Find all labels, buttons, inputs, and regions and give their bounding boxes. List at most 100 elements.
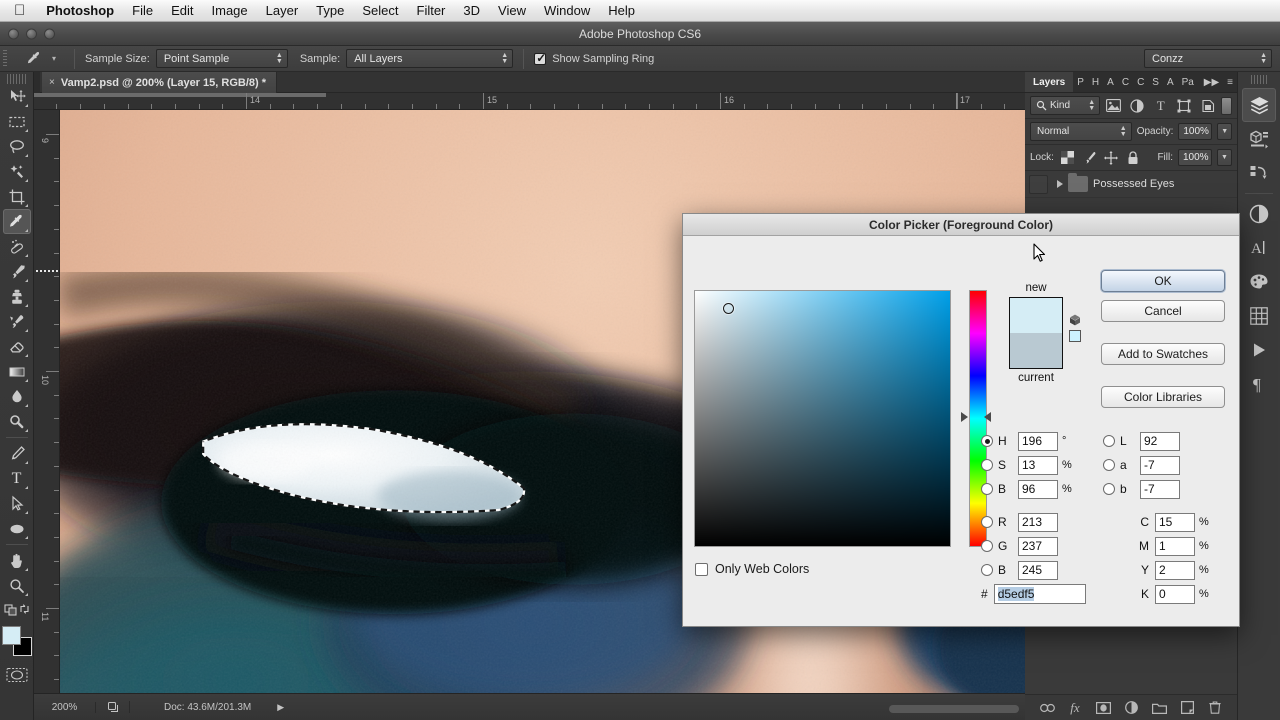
add-to-swatches-button[interactable]: Add to Swatches — [1101, 343, 1225, 365]
radio-a[interactable] — [1103, 459, 1115, 471]
radio-blue[interactable] — [981, 564, 993, 576]
horizontal-scrollbar[interactable] — [889, 705, 1019, 713]
menu-item-file[interactable]: File — [123, 3, 162, 18]
menu-item-photoshop[interactable]: Photoshop — [37, 3, 123, 18]
radio-h[interactable] — [981, 435, 993, 447]
clone-stamp-tool[interactable] — [3, 284, 31, 309]
filter-toggle-switch[interactable] — [1221, 96, 1232, 115]
tab-swatches[interactable]: S — [1148, 72, 1163, 92]
new-group-icon[interactable] — [1149, 698, 1169, 718]
horizontal-ruler[interactable]: 14 15 16 17 — [34, 93, 1025, 110]
quick-selection-tool[interactable] — [3, 159, 31, 184]
apple-logo-icon[interactable]:  — [0, 3, 37, 18]
out-of-gamut-warning-icon[interactable] — [1069, 314, 1081, 326]
radio-lab-b[interactable] — [1103, 483, 1115, 495]
input-l[interactable]: 92 — [1140, 431, 1180, 451]
menu-item-edit[interactable]: Edit — [162, 3, 202, 18]
document-tab[interactable]: × Vamp2.psd @ 200% (Layer 15, RGB/8) * — [42, 72, 277, 93]
window-controls[interactable] — [8, 28, 55, 39]
history-icon[interactable] — [1242, 156, 1276, 190]
eyedropper-tool[interactable] — [2, 209, 31, 234]
filter-type-layers-icon[interactable]: T — [1151, 96, 1170, 116]
cancel-button[interactable]: Cancel — [1101, 300, 1225, 322]
input-g[interactable]: 237 — [1018, 536, 1058, 556]
show-sampling-ring-row[interactable]: Show Sampling Ring — [534, 51, 654, 65]
tool-preset-chevron-icon[interactable]: ▾ — [52, 54, 56, 63]
expand-panels-icon[interactable]: ▶▶ — [1200, 77, 1223, 88]
gradient-tool[interactable] — [3, 359, 31, 384]
workspace-select[interactable]: Conzz ▲ ▼ — [1144, 49, 1272, 68]
timeline-icon[interactable] — [1242, 333, 1276, 367]
input-r[interactable]: 213 — [1018, 512, 1058, 532]
menu-item-filter[interactable]: Filter — [408, 3, 455, 18]
hex-input[interactable]: d5edf5 — [993, 584, 1086, 604]
adjustments-icon[interactable] — [1242, 197, 1276, 231]
input-s[interactable]: 13 — [1018, 455, 1058, 475]
adjustment-icon[interactable] — [1121, 698, 1141, 718]
lasso-tool[interactable] — [3, 134, 31, 159]
swatches-icon[interactable] — [1242, 299, 1276, 333]
menu-item-view[interactable]: View — [489, 3, 535, 18]
radio-r[interactable] — [981, 516, 993, 528]
rail-grip[interactable] — [1251, 75, 1267, 84]
color-picker-dialog[interactable]: Color Picker (Foreground Color) Only Web… — [682, 213, 1240, 627]
input-m[interactable]: 1 — [1155, 536, 1195, 556]
sample-select[interactable]: All Layers ▲ ▼ — [346, 49, 514, 68]
lock-transparency-icon[interactable] — [1059, 149, 1076, 166]
tab-color[interactable]: C — [1133, 72, 1148, 92]
input-c[interactable]: 15 — [1155, 512, 1195, 532]
panel-menu-icon[interactable]: ≡ — [1223, 77, 1237, 88]
move-tool[interactable] — [3, 84, 31, 109]
current-color-swatch[interactable] — [1010, 333, 1062, 368]
input-blue[interactable]: 245 — [1018, 560, 1058, 580]
opacity-slider-chevron-icon[interactable]: ▼ — [1217, 123, 1232, 140]
fx-icon[interactable]: fx — [1065, 698, 1085, 718]
dodge-tool[interactable] — [3, 409, 31, 434]
tab-paths[interactable]: P — [1073, 72, 1088, 92]
link-icon[interactable] — [1037, 698, 1057, 718]
status-expand-arrow-icon[interactable]: ▶ — [277, 702, 284, 713]
radio-g[interactable] — [981, 540, 993, 552]
tools-panel-grip[interactable] — [6, 74, 27, 84]
table-row[interactable]: Possessed Eyes — [1025, 171, 1237, 198]
menu-item-window[interactable]: Window — [535, 3, 599, 18]
filter-shape-layers-icon[interactable] — [1174, 96, 1193, 116]
tab-actions[interactable]: A — [1103, 72, 1118, 92]
quick-mask-icon[interactable] — [3, 662, 31, 687]
vertical-ruler[interactable]: 9 10 11 — [34, 110, 60, 693]
only-web-colors-row[interactable]: Only Web Colors — [695, 562, 809, 576]
zoom-tool[interactable] — [3, 573, 31, 598]
zoom-window-button[interactable] — [44, 28, 55, 39]
healing-brush-tool[interactable] — [3, 234, 31, 259]
input-y[interactable]: 2 — [1155, 560, 1195, 580]
group-disclosure-triangle-icon[interactable] — [1057, 180, 1063, 188]
fill-slider-chevron-icon[interactable]: ▼ — [1217, 149, 1232, 166]
foreground-color-swatch[interactable] — [1, 626, 21, 645]
only-web-colors-checkbox[interactable] — [695, 562, 708, 576]
radio-s[interactable] — [981, 459, 993, 471]
history-brush-tool[interactable] — [3, 309, 31, 334]
color-libraries-button[interactable]: Color Libraries — [1101, 386, 1225, 408]
tab-channels[interactable]: C — [1118, 72, 1133, 92]
layer-mask-icon[interactable] — [1093, 698, 1113, 718]
close-window-button[interactable] — [8, 28, 19, 39]
tab-paragraph[interactable]: Pa — [1178, 72, 1198, 92]
filter-pixel-layers-icon[interactable] — [1104, 96, 1123, 116]
filter-smart-objects-icon[interactable] — [1198, 96, 1217, 116]
layer-filter-kind-select[interactable]: Kind ▲ ▼ — [1030, 96, 1101, 115]
layer-visibility-toggle[interactable] — [1029, 174, 1048, 194]
input-brightness[interactable]: 96 — [1018, 479, 1058, 499]
menu-item-3d[interactable]: 3D — [454, 3, 489, 18]
color-swap-row[interactable] — [3, 598, 31, 620]
marquee-tool[interactable] — [3, 109, 31, 134]
eyedropper-icon[interactable] — [20, 48, 50, 70]
input-lab-b[interactable]: -7 — [1140, 479, 1180, 499]
minimize-window-button[interactable] — [26, 28, 37, 39]
character-icon[interactable]: A — [1242, 231, 1276, 265]
3d-icon[interactable] — [1242, 122, 1276, 156]
menu-item-image[interactable]: Image — [203, 3, 257, 18]
blend-mode-select[interactable]: Normal ▲ ▼ — [1030, 122, 1132, 141]
filter-adjustment-layers-icon[interactable] — [1128, 96, 1147, 116]
input-k[interactable]: 0 — [1155, 584, 1195, 604]
lock-image-icon[interactable] — [1081, 149, 1098, 166]
